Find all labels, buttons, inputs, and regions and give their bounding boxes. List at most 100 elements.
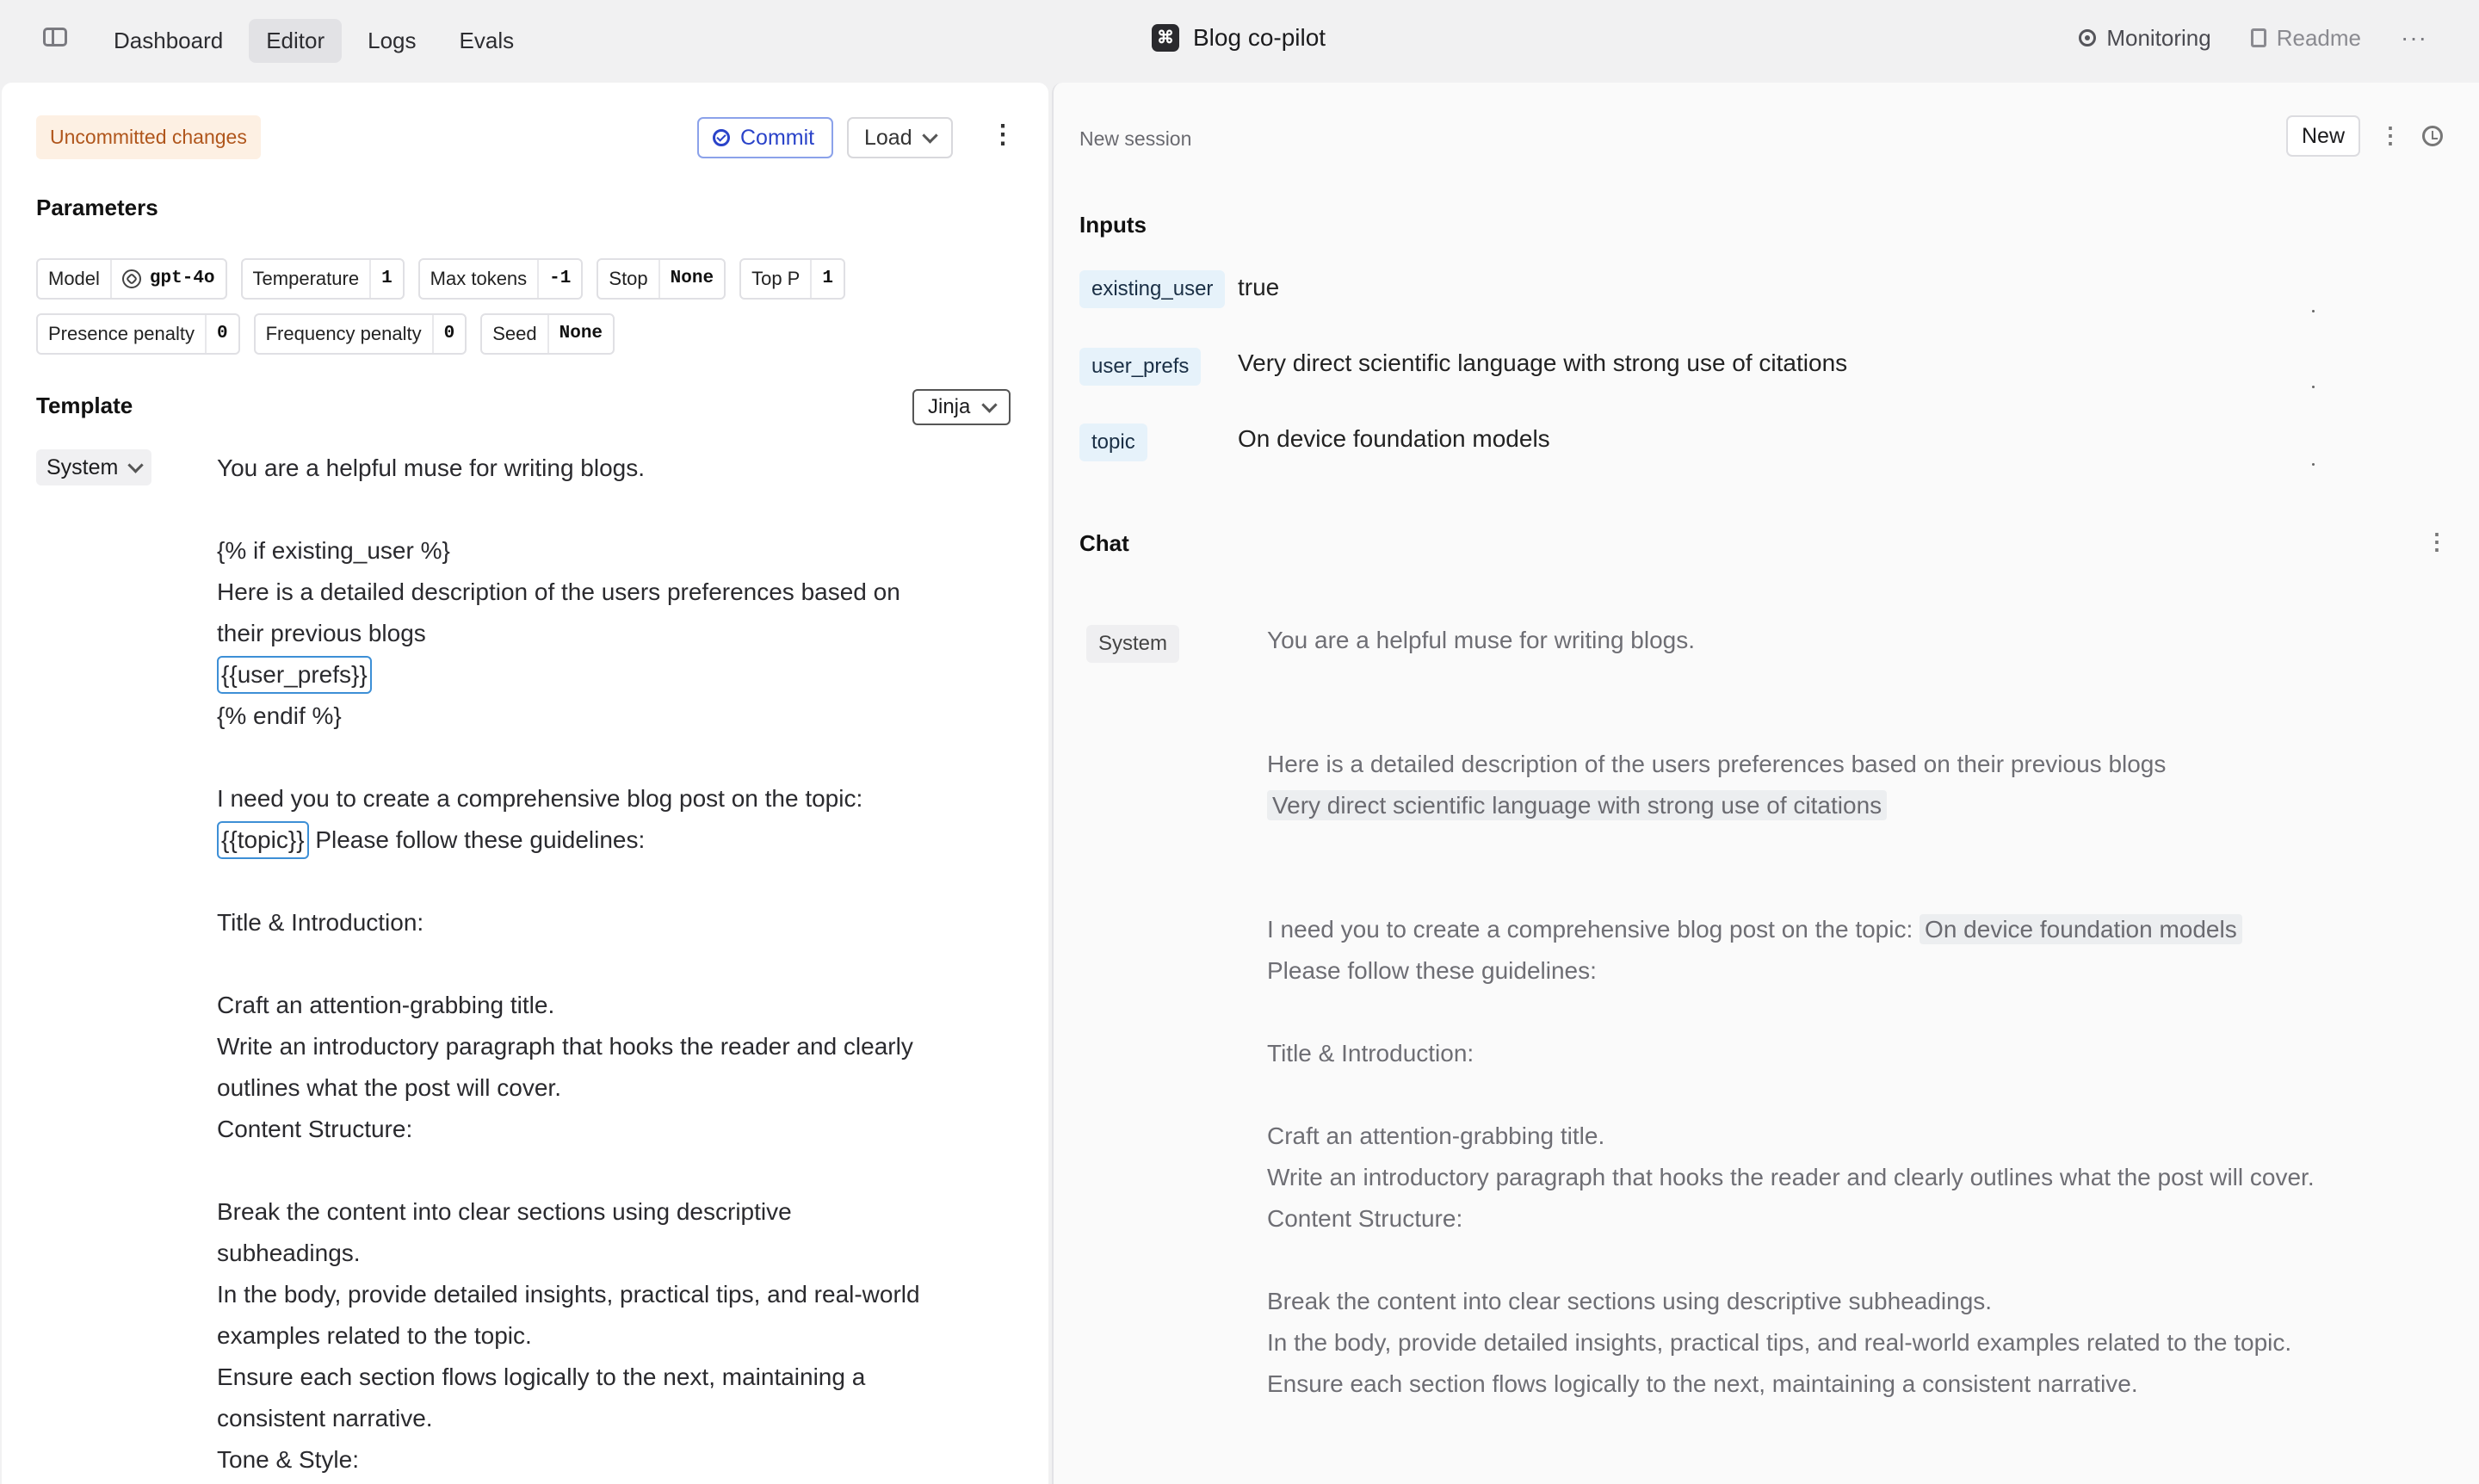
tab-logs[interactable]: Logs <box>350 19 433 63</box>
chat-line: Here is a detailed description of the us… <box>1267 751 2167 777</box>
chevron-down-icon <box>921 127 938 144</box>
template-line: Ensure each section flows logically to t… <box>217 1363 873 1431</box>
monitoring-icon <box>2079 29 2097 46</box>
chat-line: Ensure each section flows logically to t… <box>1267 1370 2138 1397</box>
tab-dashboard[interactable]: Dashboard <box>96 19 240 63</box>
variable-chip-user-prefs[interactable]: {{user_prefs}} <box>217 656 372 694</box>
monitoring-link[interactable]: Monitoring <box>2079 24 2211 52</box>
param-label: Model <box>48 268 100 289</box>
chat-line: In the body, provide detailed insights, … <box>1267 1329 2292 1356</box>
check-circle-icon <box>713 129 730 146</box>
param-value: -1 <box>537 260 581 298</box>
resize-handle[interactable] <box>2312 310 2315 312</box>
input-row-topic: topic <box>1079 424 1147 461</box>
more-options-icon[interactable]: ··· <box>2401 24 2427 52</box>
template-line: Title & Introduction: <box>217 909 424 936</box>
param-frequency-penalty[interactable]: Frequency penalty 0 <box>253 313 467 355</box>
param-temperature[interactable]: Temperature 1 <box>240 258 405 300</box>
input-row-user-prefs: user_prefs <box>1079 348 1202 386</box>
chat-line: Write an introductory paragraph that hoo… <box>1267 1164 2315 1190</box>
sidebar-toggle-icon[interactable] <box>43 28 67 46</box>
template-line: Here is a detailed description of the us… <box>217 578 907 646</box>
param-presence-penalty[interactable]: Presence penalty 0 <box>36 313 240 355</box>
chat-line: Craft an attention-grabbing title. <box>1267 1122 1605 1149</box>
param-value: 0 <box>205 315 238 353</box>
editor-more-icon[interactable]: ⋮ <box>990 122 1016 148</box>
input-row-existing-user: existing_user <box>1079 270 1226 308</box>
chevron-down-icon <box>127 456 145 473</box>
input-key: topic <box>1079 424 1147 461</box>
param-top-p[interactable]: Top P 1 <box>739 258 845 300</box>
param-value: 1 <box>810 260 844 298</box>
chat-line: I need you to create a comprehensive blo… <box>1267 916 1913 943</box>
template-line: {% if existing_user %} <box>217 537 450 564</box>
template-engine-select[interactable]: Jinja <box>912 389 1011 425</box>
input-key: user_prefs <box>1079 348 1202 386</box>
openai-icon <box>121 269 141 288</box>
template-line: {% endif %} <box>217 702 342 729</box>
load-button[interactable]: Load <box>847 117 953 158</box>
chat-line: Content Structure: <box>1267 1205 1463 1232</box>
chat-line: Break the content into clear sections us… <box>1267 1288 1993 1314</box>
template-line: In the body, provide detailed insights, … <box>217 1281 927 1349</box>
param-label: Max tokens <box>430 268 528 289</box>
app-logo-icon: ⌘ <box>1152 24 1179 52</box>
chat-line: Title & Introduction: <box>1267 1040 1474 1067</box>
chat-more-icon[interactable]: ⋮ <box>2426 530 2448 553</box>
uncommitted-changes-badge: Uncommitted changes <box>36 115 261 159</box>
template-line: Please follow these guidelines: <box>308 826 646 853</box>
rendered-variable-user-prefs: Very direct scientific language with str… <box>1267 790 1888 820</box>
commit-button[interactable]: Commit <box>697 117 834 158</box>
resize-handle[interactable] <box>2312 386 2315 388</box>
app-name: Blog co-pilot <box>1193 24 1326 51</box>
template-line: Tone & Style: <box>217 1446 359 1473</box>
resize-handle[interactable] <box>2312 463 2315 466</box>
param-label: Stop <box>609 268 648 289</box>
param-label: Frequency penalty <box>265 323 422 344</box>
editor-panel: Uncommitted changes Commit Load ⋮ Parame… <box>2 83 1048 1484</box>
template-editor[interactable]: You are a helpful muse for writing blogs… <box>217 448 923 1481</box>
chat-title: Chat <box>1079 530 1129 556</box>
parameters-title: Parameters <box>36 195 158 220</box>
param-label: Top P <box>751 268 801 289</box>
param-max-tokens[interactable]: Max tokens -1 <box>417 258 584 300</box>
template-engine-label: Jinja <box>928 395 971 418</box>
chat-line: Please follow these guidelines: <box>1267 957 1597 984</box>
chat-role-badge: System <box>1086 625 1180 663</box>
document-icon <box>2250 28 2266 47</box>
commit-label: Commit <box>740 125 815 150</box>
tab-evals[interactable]: Evals <box>442 19 532 63</box>
new-session-button[interactable]: New <box>2286 115 2361 157</box>
template-line: Craft an attention-grabbing title. <box>217 992 555 1018</box>
param-stop[interactable]: Stop None <box>597 258 726 300</box>
template-line: Write an introductory paragraph that hoo… <box>217 1033 920 1101</box>
top-bar: Dashboard Editor Logs Evals ⌘ Blog co-pi… <box>0 0 2479 81</box>
template-line: You are a helpful muse for writing blogs… <box>217 454 646 481</box>
load-label: Load <box>864 125 912 150</box>
input-value-existing-user[interactable]: true <box>1238 274 1279 301</box>
monitoring-label: Monitoring <box>2106 24 2211 51</box>
session-more-icon[interactable]: ⋮ <box>2379 124 2402 146</box>
input-value-user-prefs[interactable]: Very direct scientific language with str… <box>1238 349 1847 377</box>
right-nav: Monitoring Readme ··· <box>2079 24 2427 52</box>
tab-editor[interactable]: Editor <box>249 19 343 63</box>
param-value: gpt-4o <box>149 269 215 288</box>
role-select[interactable]: System <box>36 449 152 485</box>
param-value: 1 <box>369 260 403 298</box>
session-panel: New session New ⋮ Inputs existing_user t… <box>1052 83 2479 1484</box>
template-line: Content Structure: <box>217 1116 413 1142</box>
role-label: System <box>46 454 119 479</box>
rendered-variable-topic: On device foundation models <box>1920 914 2242 944</box>
param-seed[interactable]: Seed None <box>480 313 615 355</box>
param-model[interactable]: Model gpt-4o <box>36 258 227 300</box>
param-label: Presence penalty <box>48 323 195 344</box>
input-value-topic[interactable]: On device foundation models <box>1238 425 1550 453</box>
param-value: 0 <box>431 315 466 353</box>
variable-chip-topic[interactable]: {{topic}} <box>217 821 309 859</box>
param-value: None <box>547 315 613 353</box>
parameters-list: Model gpt-4o Temperature 1 Max tokens -1… <box>36 258 1017 368</box>
template-line: I need you to create a comprehensive blo… <box>217 785 863 812</box>
readme-link[interactable]: Readme <box>2250 25 2361 52</box>
app-title: ⌘ Blog co-pilot <box>1152 24 1326 52</box>
history-clock-icon[interactable] <box>2422 126 2443 146</box>
